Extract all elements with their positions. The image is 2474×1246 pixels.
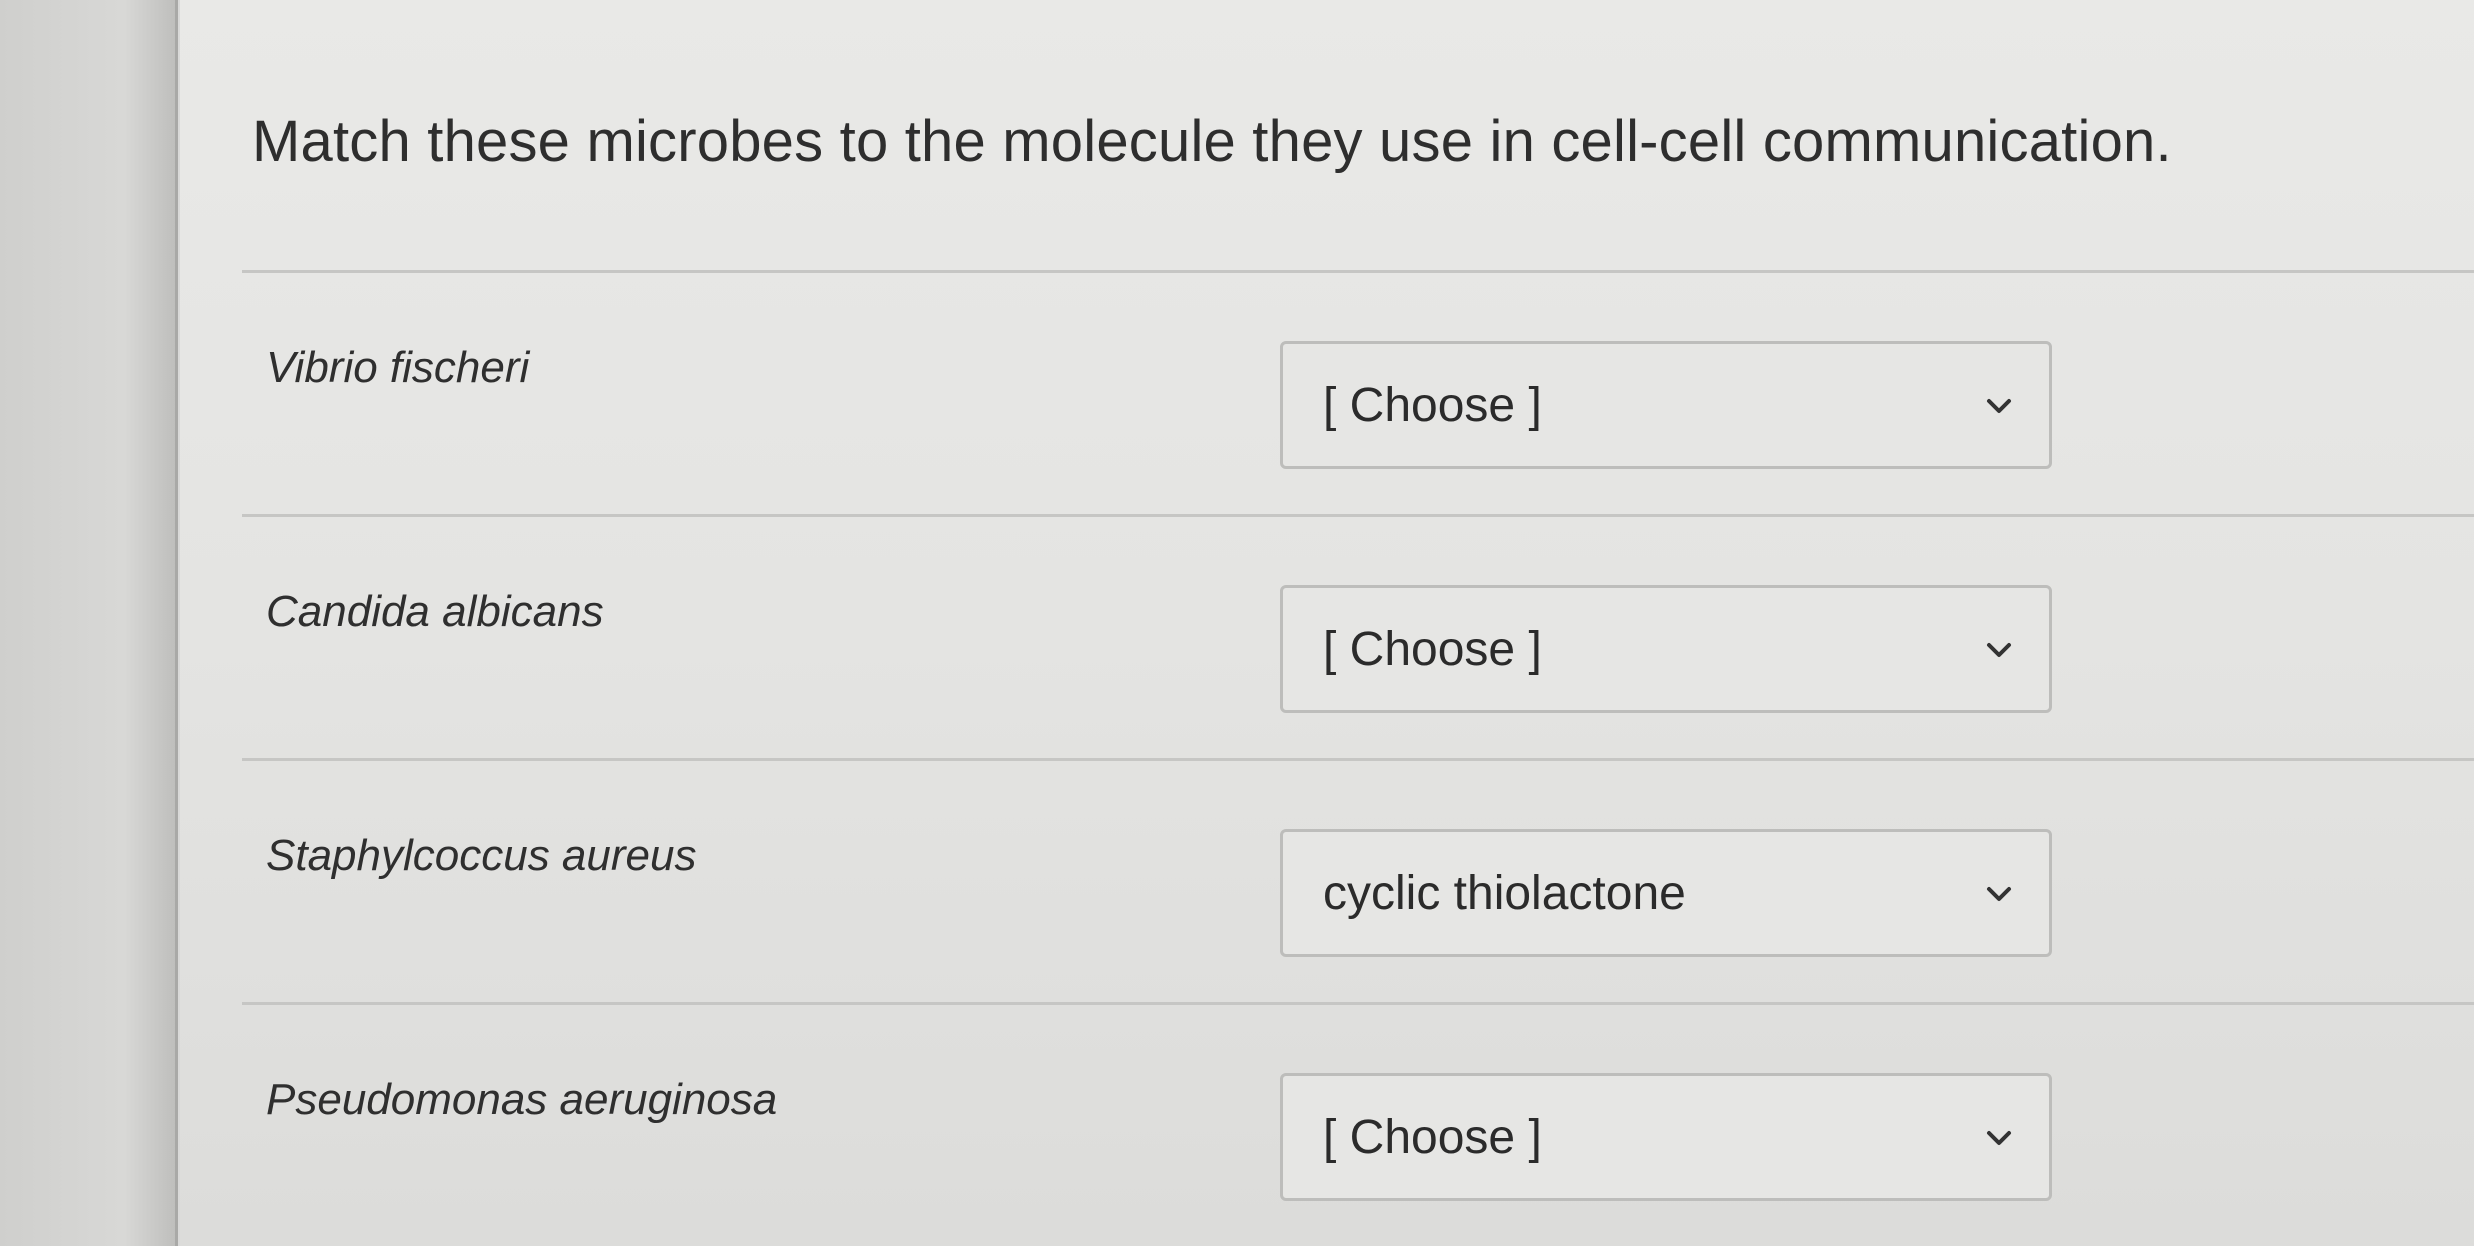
chevron-down-icon	[1987, 643, 2011, 657]
microbe-label: Staphylcoccus aureus	[266, 831, 697, 880]
molecule-select[interactable]: [ Choose ]	[1280, 1073, 2052, 1201]
select-value: cyclic thiolactone	[1323, 867, 1686, 920]
microbe-label: Candida albicans	[266, 587, 604, 636]
match-row: Vibrio fischeri [ Choose ]	[242, 270, 2474, 514]
question-title: Match these microbes to the molecule the…	[252, 109, 2172, 174]
question-panel: Match these microbes to the molecule the…	[180, 0, 2474, 1246]
chevron-down-icon	[1987, 399, 2011, 413]
select-value: [ Choose ]	[1323, 623, 1542, 676]
chevron-down-icon	[1987, 1131, 2011, 1145]
match-row: Pseudomonas aeruginosa [ Choose ]	[242, 1002, 2474, 1246]
match-row: Candida albicans [ Choose ]	[242, 514, 2474, 758]
microbe-label: Vibrio fischeri	[266, 343, 530, 392]
molecule-select[interactable]: [ Choose ]	[1280, 341, 2052, 469]
molecule-select[interactable]: [ Choose ]	[1280, 585, 2052, 713]
molecule-select[interactable]: cyclic thiolactone	[1280, 829, 2052, 957]
match-rows: Vibrio fischeri [ Choose ] Candida albic…	[242, 270, 2474, 1246]
left-margin	[0, 0, 178, 1246]
microbe-label: Pseudomonas aeruginosa	[266, 1075, 778, 1124]
select-value: [ Choose ]	[1323, 379, 1542, 432]
select-value: [ Choose ]	[1323, 1111, 1542, 1164]
match-row: Staphylcoccus aureus cyclic thiolactone	[242, 758, 2474, 1002]
chevron-down-icon	[1987, 887, 2011, 901]
